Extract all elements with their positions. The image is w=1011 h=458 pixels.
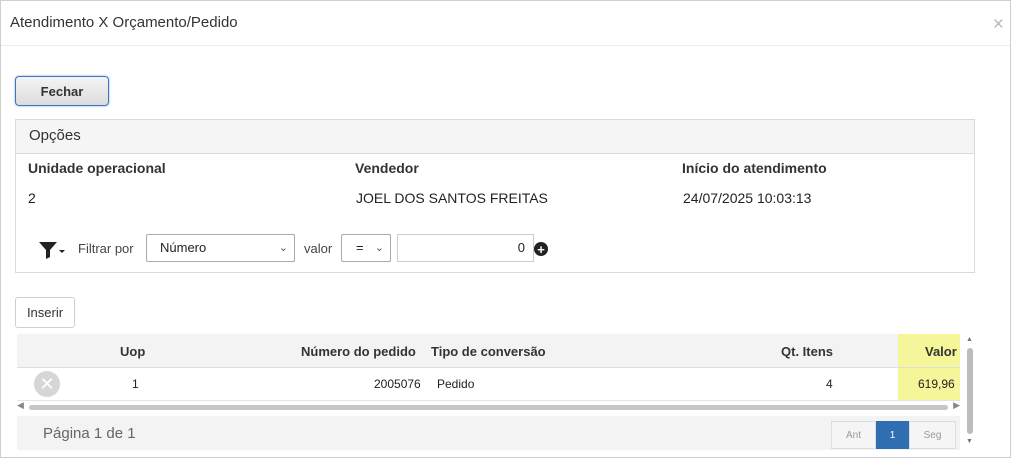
cell-numero-pedido: 2005076 bbox=[374, 377, 421, 391]
prev-page-button[interactable]: Ant bbox=[831, 421, 876, 449]
page-info: Página 1 de 1 bbox=[43, 425, 136, 442]
operator-selected: = bbox=[356, 240, 364, 255]
add-filter-icon[interactable]: + bbox=[534, 242, 548, 256]
operator-select[interactable]: = ⌄ bbox=[341, 234, 391, 262]
scroll-down-icon[interactable]: ▼ bbox=[966, 438, 973, 445]
table-row[interactable]: ✕ 1 2005076 Pedido 4 619,96 bbox=[17, 368, 960, 401]
title-divider bbox=[1, 45, 1010, 46]
inicio-atendimento-value: 24/07/2025 10:03:13 bbox=[683, 190, 812, 206]
filter-value-input[interactable]: 0 bbox=[397, 234, 534, 262]
scrollbar-thumb[interactable] bbox=[29, 405, 948, 410]
inserir-button[interactable]: Inserir bbox=[15, 297, 75, 328]
next-page-button[interactable]: Seg bbox=[909, 421, 956, 449]
cell-valor: 619,96 bbox=[918, 377, 955, 391]
delete-row-icon[interactable]: ✕ bbox=[34, 371, 60, 397]
filter-field-selected: Número bbox=[160, 240, 207, 255]
col-qt-itens[interactable]: Qt. Itens bbox=[781, 344, 833, 359]
col-valor[interactable]: Valor bbox=[925, 344, 957, 359]
filtrar-por-label: Filtrar por bbox=[78, 241, 134, 256]
inicio-atendimento-label: Início do atendimento bbox=[682, 160, 827, 176]
vendedor-value: JOEL DOS SANTOS FREITAS bbox=[356, 190, 548, 206]
col-uop[interactable]: Uop bbox=[120, 344, 145, 359]
col-numero-pedido[interactable]: Número do pedido bbox=[301, 344, 416, 359]
dialog-title: Atendimento X Orçamento/Pedido bbox=[10, 14, 238, 31]
page-1-button[interactable]: 1 bbox=[876, 421, 909, 449]
scrollbar-thumb[interactable] bbox=[967, 348, 973, 434]
vendedor-label: Vendedor bbox=[355, 160, 419, 176]
opcoes-heading: Opções bbox=[16, 120, 974, 154]
chevron-down-icon: ⌄ bbox=[374, 242, 384, 254]
cell-qt-itens: 4 bbox=[826, 377, 833, 391]
opcoes-panel: Opções Unidade operacional 2 Vendedor JO… bbox=[15, 119, 975, 273]
unidade-operacional-value: 2 bbox=[28, 190, 36, 206]
cell-uop: 1 bbox=[132, 377, 139, 391]
horizontal-scrollbar[interactable]: ◀ ▶ bbox=[17, 400, 960, 412]
cell-tipo-conversao: Pedido bbox=[437, 377, 475, 391]
vertical-scrollbar[interactable]: ▲ ▼ bbox=[964, 334, 976, 450]
pagination: Página 1 de 1 Ant 1 Seg bbox=[17, 416, 960, 450]
unidade-operacional-label: Unidade operacional bbox=[28, 160, 166, 176]
scroll-up-icon[interactable]: ▲ bbox=[966, 336, 973, 343]
scroll-left-icon[interactable]: ◀ bbox=[17, 400, 24, 411]
close-icon[interactable]: × bbox=[993, 15, 1004, 34]
valor-label: valor bbox=[304, 241, 333, 256]
col-tipo-conversao[interactable]: Tipo de conversão bbox=[431, 344, 546, 359]
orders-table: Uop Número do pedido Tipo de conversão Q… bbox=[17, 334, 960, 450]
scroll-right-icon[interactable]: ▶ bbox=[953, 400, 960, 411]
fechar-button[interactable]: Fechar bbox=[15, 76, 109, 106]
dialog: Atendimento X Orçamento/Pedido × Fechar … bbox=[0, 0, 1011, 458]
filter-icon[interactable] bbox=[38, 240, 66, 260]
chevron-down-icon: ⌄ bbox=[278, 242, 288, 254]
table-header: Uop Número do pedido Tipo de conversão Q… bbox=[17, 334, 960, 368]
filter-field-select[interactable]: Número ⌄ bbox=[146, 234, 295, 262]
